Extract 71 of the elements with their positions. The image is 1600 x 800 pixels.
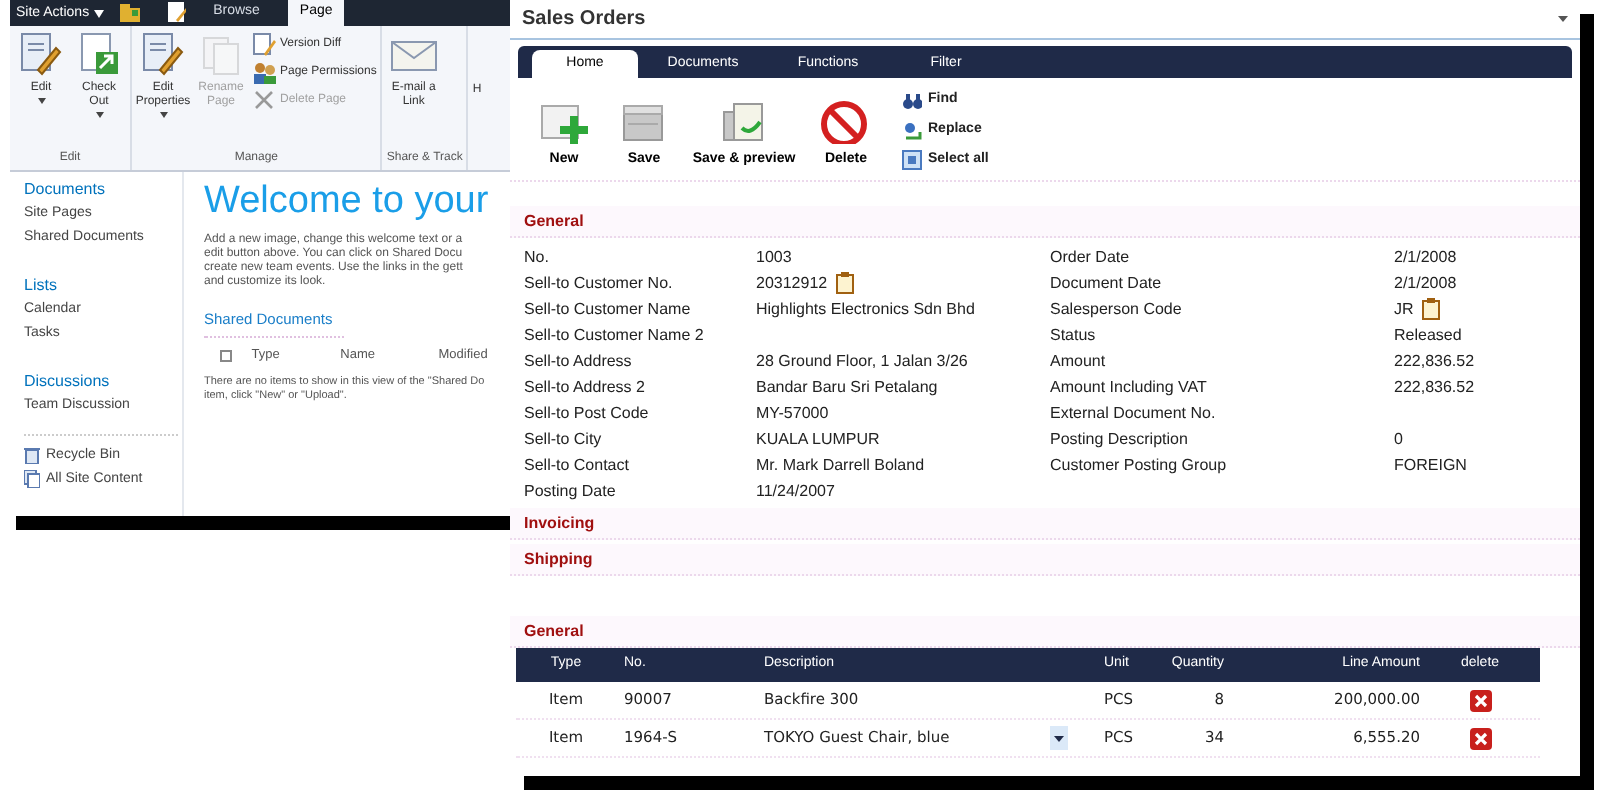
field-value: 0 bbox=[1394, 427, 1403, 451]
field-label: Posting Description bbox=[1050, 427, 1188, 451]
bin-icon bbox=[24, 446, 40, 464]
field-value: 2/1/2008 bbox=[1394, 245, 1457, 269]
field-label: Salesperson Code bbox=[1050, 297, 1182, 321]
field-value: 28 Ground Floor, 1 Jalan 3/26 bbox=[756, 349, 968, 373]
field-label: External Document No. bbox=[1050, 401, 1216, 425]
pages-icon bbox=[24, 470, 40, 488]
field-label: Amount Including VAT bbox=[1050, 375, 1207, 399]
clipboard-icon[interactable] bbox=[1421, 298, 1440, 320]
close-icon bbox=[252, 88, 276, 112]
delete-button[interactable] bbox=[1469, 689, 1491, 711]
field-label: Sell-to Post Code bbox=[524, 401, 649, 425]
close-icon bbox=[1473, 693, 1487, 707]
checkbox[interactable] bbox=[220, 350, 232, 363]
field-label: Order Date bbox=[1050, 245, 1130, 269]
binoculars-icon bbox=[902, 90, 922, 110]
page-plus-icon bbox=[538, 100, 590, 144]
section-header[interactable]: Invoicing bbox=[510, 508, 1580, 540]
field-label: Sell-to Customer Name 2 bbox=[524, 323, 704, 347]
field-label: Sell-to Address bbox=[524, 349, 632, 373]
section-header[interactable]: General bbox=[510, 206, 1580, 238]
section-header[interactable]: General bbox=[510, 616, 1580, 648]
field-value: Bandar Baru Sri Petalang bbox=[756, 375, 938, 399]
page-pencil-icon bbox=[167, 2, 186, 22]
caret-icon bbox=[93, 9, 104, 17]
field-value: 222,836.52 bbox=[1394, 349, 1475, 373]
field-label: Sell-to Contact bbox=[524, 453, 629, 477]
nav-heading[interactable]: Lists bbox=[24, 274, 182, 298]
field-value: 222,836.52 bbox=[1394, 375, 1475, 399]
caret-icon bbox=[1558, 16, 1568, 22]
delete-button[interactable] bbox=[1469, 727, 1491, 749]
page-arrow-icon bbox=[75, 32, 123, 76]
select-all-icon bbox=[902, 150, 922, 170]
field-value: KUALA LUMPUR bbox=[756, 427, 880, 451]
page-pencil-icon bbox=[252, 32, 276, 56]
close-icon bbox=[1473, 731, 1487, 745]
field-value: Released bbox=[1394, 323, 1462, 347]
field-label: Status bbox=[1050, 323, 1096, 347]
field-value: Highlights Electronics Sdn Bhd bbox=[756, 297, 975, 321]
nav-heading[interactable]: Discussions bbox=[24, 370, 182, 394]
page-pencil-icon bbox=[17, 32, 65, 76]
field-value: 20312912 bbox=[756, 271, 828, 295]
field-label: Sell-to Customer Name bbox=[524, 297, 691, 321]
section-header[interactable]: Shipping bbox=[510, 544, 1580, 576]
field-value: JR bbox=[1394, 297, 1414, 321]
field-value: 1003 bbox=[756, 245, 792, 269]
field-value: Mr. Mark Darrell Boland bbox=[756, 453, 925, 477]
field-label: No. bbox=[524, 245, 549, 269]
nav-heading[interactable]: Documents bbox=[24, 178, 182, 202]
window-title: Sales Orders bbox=[522, 6, 646, 34]
field-value: MY-57000 bbox=[756, 401, 829, 425]
no-entry-icon bbox=[820, 100, 872, 144]
field-label: Amount bbox=[1050, 349, 1106, 373]
field-label: Sell-to City bbox=[524, 427, 602, 451]
people-icon bbox=[252, 60, 276, 84]
field-label: Posting Date bbox=[524, 479, 616, 503]
field-label: Sell-to Address 2 bbox=[524, 375, 645, 399]
caret-icon bbox=[1054, 735, 1064, 741]
folder-icon bbox=[119, 4, 140, 22]
field-label: Sell-to Customer No. bbox=[524, 271, 673, 295]
clipboard-icon[interactable] bbox=[835, 272, 854, 294]
dropdown-button[interactable] bbox=[1050, 726, 1068, 750]
page-pencil-icon bbox=[139, 32, 187, 76]
field-value: 11/24/2007 bbox=[756, 479, 835, 503]
field-value: FOREIGN bbox=[1394, 453, 1467, 477]
page-title: Welcome to your bbox=[204, 178, 489, 226]
field-value: 2/1/2008 bbox=[1394, 271, 1457, 295]
field-label: Customer Posting Group bbox=[1050, 453, 1227, 477]
pages-icon bbox=[197, 32, 245, 76]
field-label: Document Date bbox=[1050, 271, 1162, 295]
